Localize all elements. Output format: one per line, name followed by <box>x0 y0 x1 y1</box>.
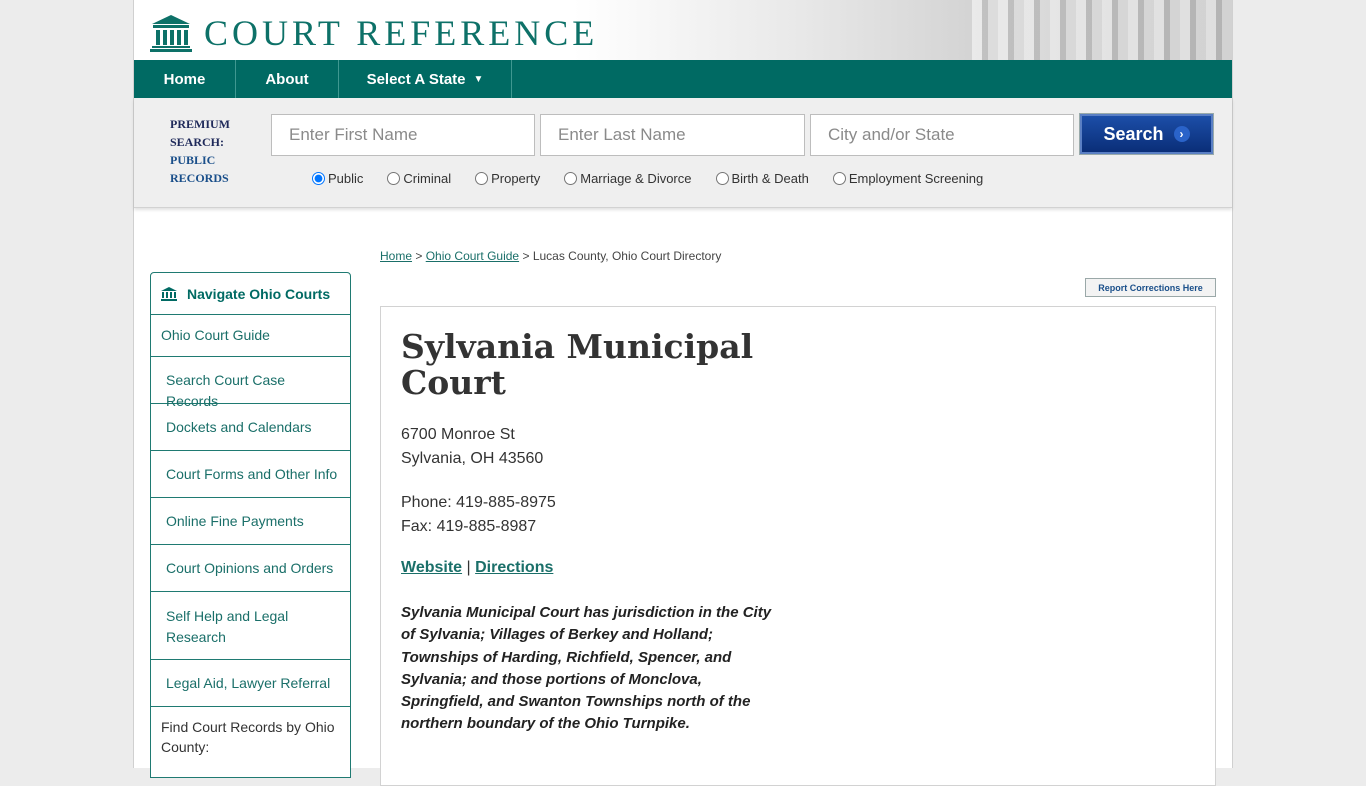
breadcrumb-separator: > <box>522 249 530 263</box>
premium-line-4: RECORDS <box>170 171 229 185</box>
sidebar-item-search-court-case-records[interactable]: Search Court Case Records <box>151 357 350 409</box>
sidebar-heading-label: Navigate Ohio Courts <box>187 285 331 302</box>
logo-text: COURT REFERENCE <box>204 13 599 53</box>
radio-public-input[interactable] <box>312 172 325 185</box>
sidebar-item-legal-aid[interactable]: Legal Aid, Lawyer Referral <box>151 660 350 707</box>
column-decoration <box>972 0 1232 60</box>
directions-link[interactable]: Directions <box>475 559 553 576</box>
search-type-radios: Public Criminal Property Marriage & Divo… <box>312 171 1007 186</box>
nav-home[interactable]: Home <box>134 60 236 98</box>
website-link[interactable]: Website <box>401 559 462 576</box>
radio-property-label: Property <box>491 171 541 186</box>
report-corrections-button[interactable]: Report Corrections Here <box>1085 278 1216 297</box>
radio-marriage-divorce-label: Marriage & Divorce <box>580 171 692 186</box>
court-details-card: Sylvania Municipal Court 6700 Monroe St … <box>380 306 1216 786</box>
sidebar-item-online-fine-payments[interactable]: Online Fine Payments <box>151 498 350 545</box>
court-contact: Phone: 419-885-8975 Fax: 419-885-8987 <box>401 491 556 539</box>
link-separator: | <box>466 559 471 576</box>
sidebar-heading: Navigate Ohio Courts <box>151 273 350 315</box>
premium-search-bar: PREMIUM SEARCH: PUBLIC RECORDS Search › … <box>134 98 1232 208</box>
sidebar-item-court-forms[interactable]: Court Forms and Other Info <box>151 451 350 498</box>
radio-marriage-divorce-input[interactable] <box>564 172 578 185</box>
court-links: Website | Directions <box>401 559 553 577</box>
nav-select-state[interactable]: Select A State ▼ <box>339 60 512 98</box>
court-description: Sylvania Municipal Court has jurisdictio… <box>401 604 772 733</box>
sidebar-county-label: Find Court Records by Ohio County: <box>161 719 335 755</box>
last-name-input[interactable] <box>540 114 805 156</box>
radio-marriage-divorce[interactable]: Marriage & Divorce <box>564 171 692 186</box>
radio-employment-screening-input[interactable] <box>832 172 846 185</box>
radio-birth-death-label: Birth & Death <box>731 171 809 186</box>
radio-criminal-input[interactable] <box>387 172 401 185</box>
court-fax: Fax: 419-885-8987 <box>401 518 537 535</box>
radio-property-input[interactable] <box>475 172 489 185</box>
breadcrumb-guide-link[interactable]: Ohio Court Guide <box>426 249 519 263</box>
radio-property[interactable]: Property <box>475 171 540 186</box>
premium-line-2: SEARCH: <box>170 135 225 149</box>
radio-criminal-label: Criminal <box>403 171 452 186</box>
premium-search-label: PREMIUM SEARCH: PUBLIC RECORDS <box>170 115 230 187</box>
radio-criminal[interactable]: Criminal <box>387 171 451 186</box>
radio-birth-death[interactable]: Birth & Death <box>715 171 809 186</box>
breadcrumb-home-link[interactable]: Home <box>380 249 412 263</box>
caret-down-icon: ▼ <box>473 73 484 85</box>
courthouse-icon <box>150 15 192 52</box>
court-phone: Phone: 419-885-8975 <box>401 494 556 511</box>
sidebar-item-self-help[interactable]: Self Help and Legal Research <box>151 592 350 660</box>
chevron-right-icon: › <box>1173 126 1190 142</box>
radio-employment-screening-label: Employment Screening <box>848 171 984 186</box>
site-logo[interactable]: COURT REFERENCE <box>150 14 598 52</box>
court-address: 6700 Monroe St Sylvania, OH 43560 <box>401 423 543 471</box>
city-state-input[interactable] <box>810 114 1074 156</box>
sidebar-item-court-opinions[interactable]: Court Opinions and Orders <box>151 545 350 592</box>
premium-line-3: PUBLIC <box>170 153 216 167</box>
address-line-1: 6700 Monroe St <box>401 426 515 443</box>
courthouse-icon <box>161 286 177 301</box>
search-button-label: Search <box>1103 123 1164 144</box>
radio-birth-death-input[interactable] <box>715 172 729 185</box>
sidebar-item-ohio-court-guide[interactable]: Ohio Court Guide <box>151 315 350 357</box>
page-container: COURT REFERENCE Home About Select A Stat… <box>133 0 1233 786</box>
radio-public[interactable]: Public <box>312 171 363 186</box>
search-button[interactable]: Search › <box>1079 113 1214 155</box>
breadcrumb-separator: > <box>415 249 423 263</box>
main-nav: Home About Select A State ▼ <box>134 60 1232 98</box>
radio-public-label: Public <box>328 171 364 186</box>
nav-about[interactable]: About <box>236 60 339 98</box>
breadcrumb-current: Lucas County, Ohio Court Directory <box>532 249 722 263</box>
site-header: COURT REFERENCE <box>134 0 1232 60</box>
premium-line-1: PREMIUM <box>170 117 230 131</box>
first-name-input[interactable] <box>271 114 535 156</box>
page-title: Sylvania Municipal Court <box>401 327 754 402</box>
court-nav-sidebar: Navigate Ohio Courts Ohio Court Guide Se… <box>150 272 351 778</box>
address-line-2: Sylvania, OH 43560 <box>401 450 544 467</box>
radio-employment-screening[interactable]: Employment Screening <box>832 171 984 186</box>
breadcrumb: Home > Ohio Court Guide > Lucas County, … <box>380 249 721 263</box>
nav-select-state-label: Select A State <box>366 70 466 88</box>
